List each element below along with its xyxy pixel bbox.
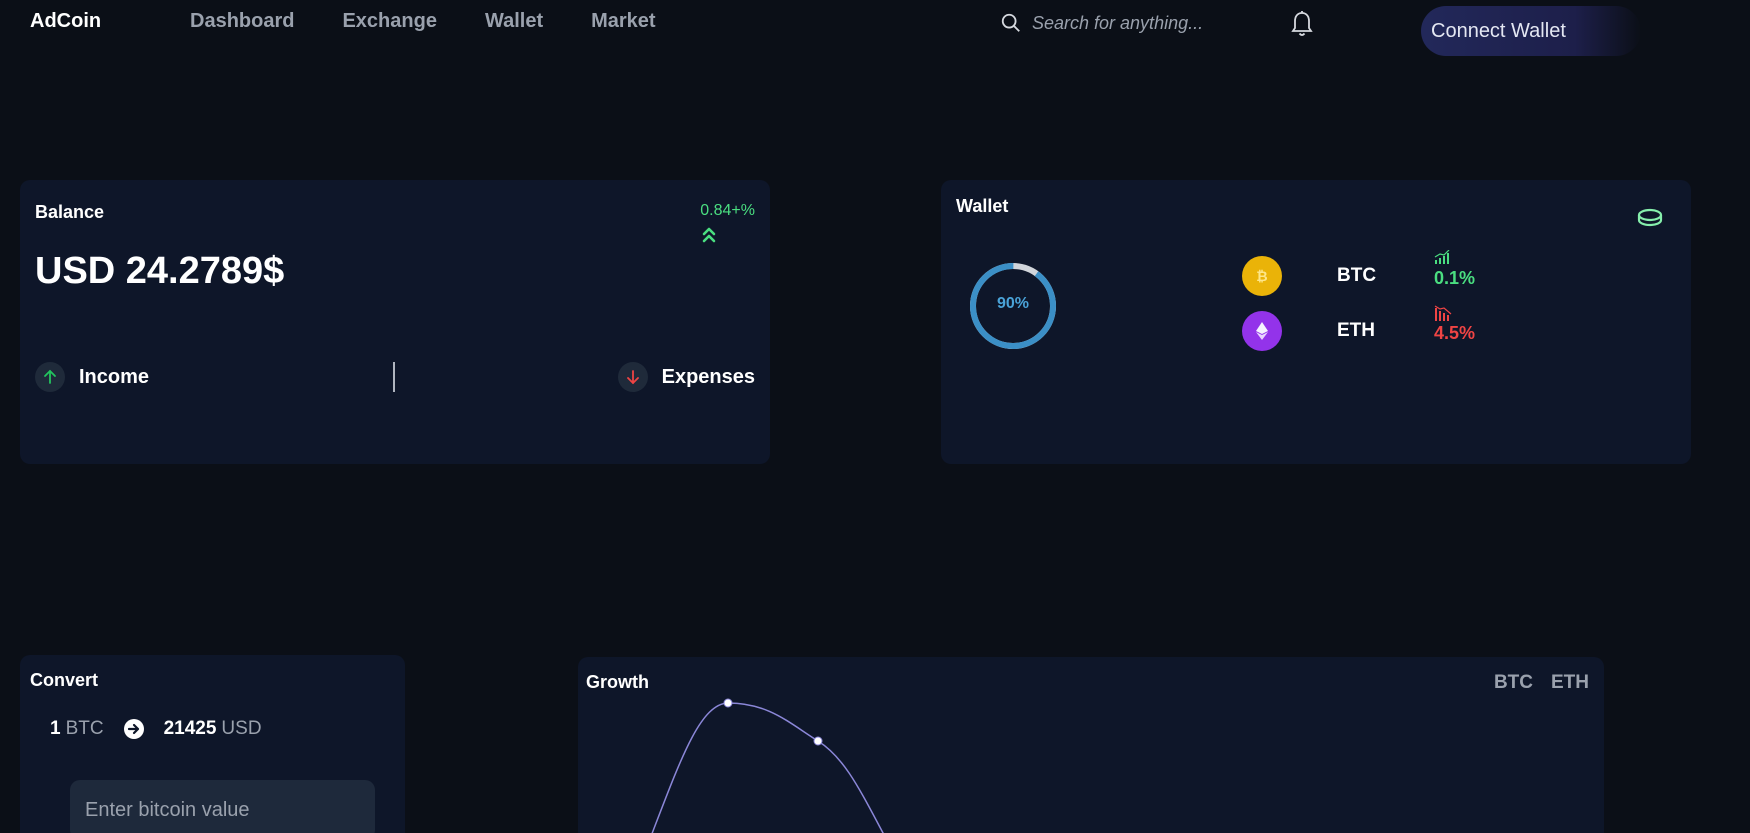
growth-chart — [651, 698, 884, 833]
coin-row-eth[interactable]: ETH 4.5% — [1242, 305, 1475, 351]
growth-line — [651, 702, 884, 833]
expenses-item[interactable]: Expenses — [617, 362, 755, 392]
arrow-up-icon — [35, 362, 65, 392]
to-amount: 21425 — [163, 718, 217, 739]
nav-exchange[interactable]: Exchange — [342, 10, 436, 33]
income-label: Income — [79, 365, 150, 388]
app-logo[interactable]: AdCoin — [30, 10, 101, 33]
double-chevron-up-icon — [702, 227, 716, 243]
notifications-button[interactable] — [1290, 10, 1314, 43]
balance-card: Balance USD 24.2789$ 0.84+% Income Expen… — [20, 180, 770, 464]
growth-point — [813, 736, 823, 746]
from-unit: BTC — [65, 718, 104, 739]
coin-row-btc[interactable]: ₿ BTC 0.1% — [1242, 250, 1475, 296]
nav-market[interactable]: Market — [591, 10, 655, 33]
bitcoin-icon: ₿ — [1242, 256, 1282, 296]
balance-change: 0.84+% — [700, 202, 755, 219]
connect-wallet-button[interactable]: Connect Wallet — [1421, 6, 1641, 56]
from-amount: 1 — [50, 718, 61, 739]
ethereum-icon — [1242, 311, 1282, 351]
coin-symbol: BTC — [1337, 265, 1377, 286]
conversion-rate: 1 BTC 21425 USD — [50, 718, 262, 740]
arrow-right-circle-icon[interactable] — [123, 719, 144, 739]
convert-card: Convert 1 BTC 21425 USD — [20, 655, 405, 833]
coins-icon — [1637, 208, 1663, 227]
trend-down-icon — [1434, 305, 1452, 321]
main-nav: Dashboard Exchange Wallet Market — [190, 10, 656, 33]
search-bar — [1000, 12, 1252, 34]
income-item[interactable]: Income — [35, 362, 149, 392]
trend-up-icon — [1434, 250, 1450, 264]
nav-wallet[interactable]: Wallet — [485, 10, 543, 33]
growth-point — [723, 698, 733, 708]
search-icon — [1001, 13, 1020, 32]
wallet-ring-label: 90% — [996, 295, 1030, 312]
svg-text:₿: ₿ — [1256, 269, 1267, 285]
bell-icon — [1291, 11, 1313, 36]
nav-dashboard[interactable]: Dashboard — [190, 10, 294, 33]
expenses-label: Expenses — [661, 365, 755, 388]
to-unit: USD — [221, 718, 262, 739]
coin-symbol: ETH — [1337, 320, 1375, 341]
coin-change: 0.1% — [1434, 268, 1476, 288]
balance-title: Balance — [35, 202, 105, 222]
divider — [393, 362, 395, 392]
wallet-card: Wallet 90% ₿ BTC 0.1% ETH 4.5% — [941, 180, 1691, 464]
growth-card: Growth BTC ETH — [578, 657, 1604, 833]
balance-amount: USD 24.2789$ — [35, 250, 285, 292]
search-input[interactable] — [1032, 12, 1252, 34]
convert-title: Convert — [30, 670, 99, 690]
wallet-title: Wallet — [956, 196, 1009, 216]
bitcoin-value-input[interactable] — [70, 780, 375, 833]
arrow-down-icon — [617, 362, 648, 392]
coin-change: 4.5% — [1434, 323, 1476, 343]
